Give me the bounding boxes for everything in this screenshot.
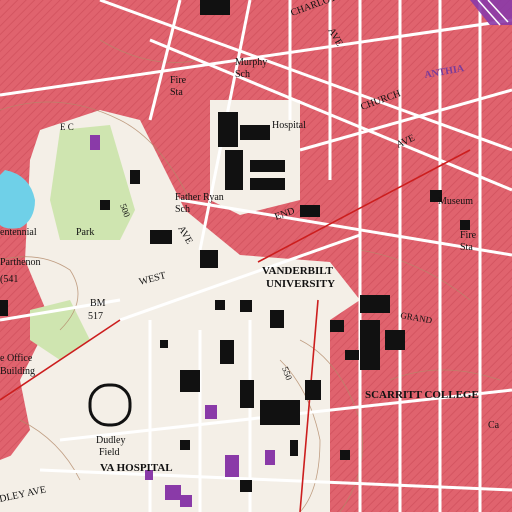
label-hospital: Hospital (272, 120, 306, 131)
label-ec: E C (60, 122, 74, 132)
label-fire-2b: Sta (460, 242, 473, 253)
label-bm541: (541 (0, 274, 18, 285)
label-va-hospital: VA HOSPITAL (100, 462, 173, 474)
label-bm517-b: 517 (88, 311, 103, 322)
label-dudley-1: Dudley (96, 435, 125, 446)
label-centennial: entennial (0, 227, 37, 238)
label-fire-1b: Sta (170, 87, 183, 98)
label-vanderbilt-2: UNIVERSITY (266, 278, 335, 290)
label-father-ryan-sch: Sch (175, 204, 190, 215)
label-museum: Museum (438, 196, 473, 207)
label-parthenon: Parthenon (0, 257, 41, 268)
label-vanderbilt-1: VANDERBILT (262, 265, 334, 277)
label-state-office-1: e Office (0, 353, 33, 364)
label-bm517-a: BM (90, 298, 106, 309)
label-scarritt: SCARRITT COLLEGE (365, 389, 479, 401)
label-park: Park (76, 227, 94, 238)
label-fire-2: Fire (460, 230, 477, 241)
label-dudley-2: Field (99, 447, 120, 458)
label-ca: Ca (488, 420, 500, 431)
label-state-office-2: Building (0, 366, 35, 377)
label-fire-1: Fire (170, 75, 187, 86)
label-murphy-sch: Sch (235, 69, 250, 80)
topographic-map: CHARLOTTE AVE Murphy Sch Fire Sta Hospit… (0, 0, 512, 512)
label-father-ryan: Father Ryan (175, 192, 224, 203)
label-murphy: Murphy (235, 57, 267, 68)
map-canvas: CHARLOTTE AVE Murphy Sch Fire Sta Hospit… (0, 0, 512, 512)
